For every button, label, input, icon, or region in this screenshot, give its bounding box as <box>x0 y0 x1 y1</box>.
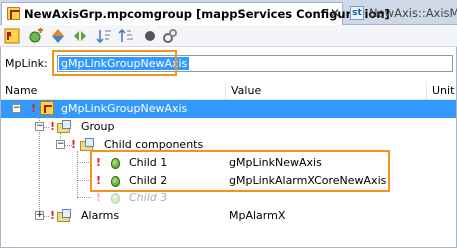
tree-row-group[interactable]: − ! Group <box>0 118 457 136</box>
sort-up-icon[interactable] <box>118 28 134 44</box>
tab-newaxis[interactable]: st NewAxis::AxisMg <box>347 4 457 24</box>
tab-label: NewAxis::AxisMg <box>369 6 457 20</box>
group-folder-icon <box>57 209 72 222</box>
sort-down-icon[interactable] <box>96 28 112 44</box>
warning-marker: ! <box>71 138 77 151</box>
column-header-name[interactable]: Name <box>0 82 226 100</box>
record-icon[interactable] <box>142 28 158 44</box>
tree-value[interactable]: MpAlarmX <box>229 209 285 222</box>
mplink-highlight <box>52 50 177 76</box>
move-up-down-icon[interactable] <box>50 28 66 44</box>
add-component-icon[interactable] <box>28 28 44 44</box>
column-header-unit[interactable]: Unit <box>427 82 457 100</box>
group-folder-icon <box>57 120 72 133</box>
expand-toggle[interactable]: + <box>35 211 44 220</box>
toolbar <box>0 25 457 47</box>
tree-label: Child 3 <box>129 191 168 204</box>
close-icon[interactable]: ✕ <box>330 6 340 20</box>
warning-marker: ! <box>50 120 56 133</box>
mplink-root-icon <box>40 101 54 115</box>
column-header-value[interactable]: Value <box>226 82 427 100</box>
warning-marker: ! <box>31 102 37 115</box>
tab-newaxisgrp[interactable]: NewAxisGrp.mpcomgroup [mappServices Conf… <box>1 2 390 25</box>
warning-marker: ! <box>96 191 102 204</box>
collapse-toggle[interactable]: − <box>56 140 65 149</box>
collapse-toggle[interactable]: − <box>12 104 21 113</box>
config-document-icon <box>7 7 20 20</box>
expand-icon[interactable] <box>72 28 88 44</box>
children-highlight <box>90 150 390 192</box>
tree-row-alarms[interactable]: + ! Alarms MpAlarmX <box>0 207 457 225</box>
tree-label: gMpLinkGroupNewAxis <box>61 102 188 115</box>
settings-icon[interactable] <box>162 28 178 44</box>
mplink-toolbar-icon[interactable] <box>4 28 20 44</box>
parameter-leaf-icon <box>111 193 120 204</box>
structured-text-icon: st <box>350 6 364 20</box>
tree-row-root[interactable]: − ! gMpLinkGroupNewAxis <box>0 100 457 118</box>
mplink-label: MpLink: <box>5 57 48 70</box>
warning-marker: ! <box>50 209 56 222</box>
tree-label: Group <box>81 120 115 133</box>
tree-label: Alarms <box>81 209 120 222</box>
collapse-toggle[interactable]: − <box>35 122 44 131</box>
